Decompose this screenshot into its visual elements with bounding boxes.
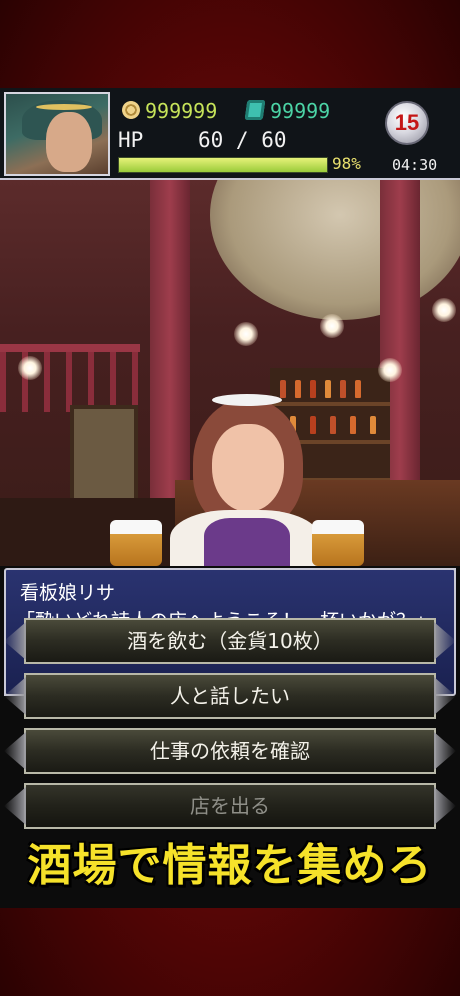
button-ornament-left [4,787,26,825]
bottle [330,416,336,434]
notice-board [70,405,138,503]
coin-icon [122,101,140,119]
lamp-light [320,314,344,338]
bottle [310,416,316,434]
speaker-name: 看板娘リサ [20,582,116,604]
hero-portrait[interactable] [4,92,110,176]
promo-slogan: 酒場で情報を集めろ [27,840,433,891]
bottle [355,380,361,398]
portrait-tiara [36,104,92,110]
menu-button-leave[interactable]: 店を出る [4,783,456,829]
npc-headband [212,394,282,406]
menu-button-label: 人と話したい [170,684,290,708]
menu-button-jobs[interactable]: 仕事の依頼を確認 [4,728,456,774]
menu-button-drink[interactable]: 酒を飲む（金貨10枚） [4,618,456,664]
hp-value: 60 / 60 [198,128,287,152]
lamp-light [18,356,42,380]
beer-mug-right [312,520,364,566]
bottle [340,380,346,398]
bottle [370,416,376,434]
coin-count: 999999 [145,99,218,123]
balcony-railing [0,344,140,412]
bottle [325,380,331,398]
bottle [350,416,356,434]
tavern-scene [0,180,460,566]
gem-icon [244,100,266,120]
button-ornament-right [434,787,456,825]
button-ornament-left [4,732,26,770]
lamp-light [378,358,402,382]
dialog-corner-ornament [444,568,456,580]
portrait-face [46,112,92,172]
lamp-light [234,322,258,346]
hp-percent: 98% [332,154,361,173]
menu-button-talk[interactable]: 人と話したい [4,673,456,719]
day-counter-badge[interactable]: 15 [385,101,429,145]
gem-count: 99999 [270,99,331,123]
arch-window [210,180,460,320]
lamp-light [432,298,456,322]
beer-mug-left [110,520,162,566]
hp-bar [118,157,328,173]
clock-time: 04:30 [392,156,438,174]
button-ornament-right [434,732,456,770]
menu-button-label: 酒を飲む（金貨10枚） [127,629,333,653]
npc-face [212,424,284,512]
hp-bar-fill [119,158,327,172]
hp-label: HP [118,128,144,152]
game-screen: 看板娘リサ 「酔いどれ詩人の店へようこそ！一杯いかが？」 酒を飲む（金貨10枚）… [0,88,460,908]
menu-button-label: 仕事の依頼を確認 [150,739,310,763]
menu-button-label: 店を出る [190,794,270,818]
bottle [280,380,286,398]
bottle [310,380,316,398]
npc-vest [204,518,290,566]
bottle [295,380,301,398]
